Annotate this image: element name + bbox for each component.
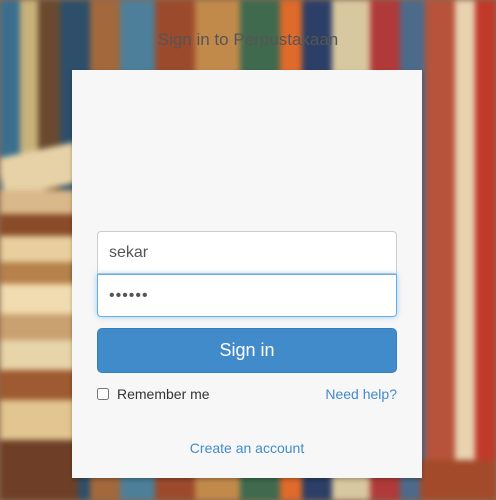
need-help-link[interactable]: Need help? [325,386,397,402]
remember-row: Remember me Need help? [97,384,397,404]
login-page: Sign in to Perpustakaan Sign in Remember… [0,0,496,500]
create-account-link[interactable]: Create an account [72,440,422,456]
remember-me-label[interactable]: Remember me [97,384,210,404]
username-input[interactable] [97,231,397,274]
signin-button[interactable]: Sign in [97,328,397,373]
remember-me-checkbox[interactable] [97,388,109,400]
remember-me-text: Remember me [117,386,210,402]
page-title: Sign in to Perpustakaan [157,30,339,49]
login-card: Sign in Remember me Need help? Create an… [72,70,422,478]
password-input[interactable] [97,274,397,317]
